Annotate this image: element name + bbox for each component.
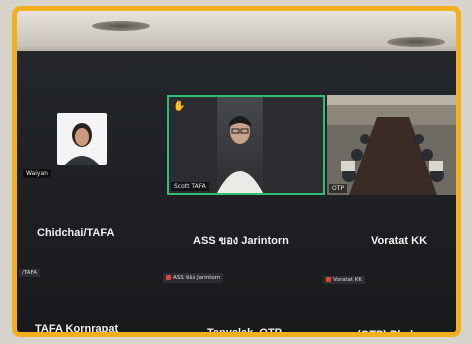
speaker-person	[217, 116, 263, 193]
participant-chip-label: Voratat KK	[333, 277, 362, 283]
participant-name: (OTP) Phakwan...	[357, 329, 447, 337]
room-video	[327, 95, 456, 195]
ceiling-light	[92, 21, 150, 31]
speaker-name: Scott TAFA	[171, 182, 209, 191]
video-call-screen: Waiyan ✋ Scott TAFA OTP Chidchai/TAFA AS…	[17, 51, 456, 337]
participant-chip: Voratat KK	[323, 276, 365, 284]
muted-mic-icon	[326, 277, 331, 282]
participant-avatar-tile[interactable]	[57, 113, 107, 165]
muted-mic-icon	[166, 275, 171, 280]
ceiling-light	[387, 37, 445, 47]
participant-name: Waiyan	[23, 169, 51, 178]
participant-name: ASS ของ Jarintorn	[193, 235, 289, 247]
participant-name: Tanyalak_OTP	[207, 327, 282, 337]
participant-chip-label: ASS ของ Jarintorn	[173, 275, 221, 281]
conference-room-tile[interactable]: OTP	[327, 95, 456, 195]
participant-name: Chidchai/TAFA	[37, 227, 115, 239]
participant-name: TAFA Kornrapat	[35, 323, 119, 335]
avatar-photo	[65, 123, 99, 165]
raised-hand-icon: ✋	[173, 101, 186, 112]
participant-chip: ASS ของ Jarintorn	[163, 273, 224, 283]
photo-frame: Waiyan ✋ Scott TAFA OTP Chidchai/TAFA AS…	[12, 6, 461, 337]
active-speaker-tile[interactable]: ✋ Scott TAFA	[167, 95, 325, 195]
room-name: OTP	[329, 184, 348, 193]
speaker-video	[217, 97, 263, 193]
participant-name: Voratat KK	[371, 235, 428, 247]
participant-chip: /TAFA	[19, 269, 40, 277]
